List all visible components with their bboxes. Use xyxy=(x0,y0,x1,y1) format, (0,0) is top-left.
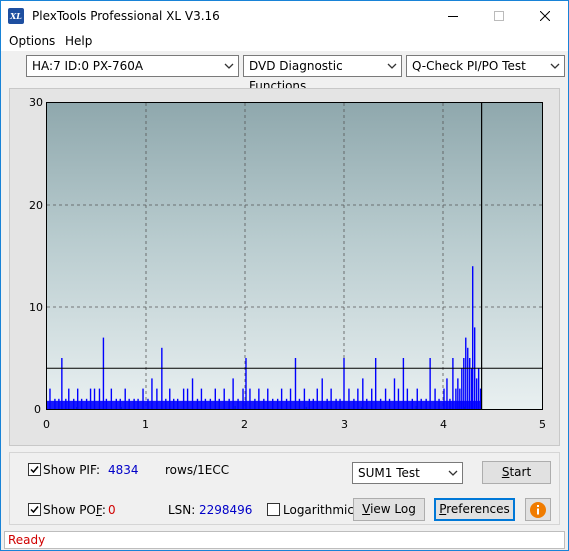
info-icon xyxy=(530,502,546,518)
test-select-value: Q-Check PI/PO Test xyxy=(412,59,526,73)
function-select[interactable]: DVD Diagnostic Functions xyxy=(243,55,402,93)
show-pof-checkbox[interactable] xyxy=(28,503,41,516)
status-bar: Ready xyxy=(4,531,565,549)
y-tick-label: 0 xyxy=(34,403,41,416)
pi-po-plot xyxy=(46,102,543,410)
data-bar xyxy=(161,347,163,409)
show-pif-label: Show PIF: xyxy=(43,463,100,477)
chevron-down-icon xyxy=(387,63,397,69)
show-pif-checkbox[interactable] xyxy=(28,463,41,476)
close-button[interactable] xyxy=(522,1,568,31)
chevron-down-icon xyxy=(448,470,458,476)
view-log-label: iew Log xyxy=(370,502,416,516)
x-tick-label: 3 xyxy=(341,418,348,431)
show-pof-label: Show POF: xyxy=(43,503,106,517)
minimize-icon xyxy=(448,16,458,17)
maximize-button[interactable] xyxy=(476,1,522,31)
y-tick-label: 20 xyxy=(29,199,43,212)
lsn-label: LSN: xyxy=(168,503,196,517)
test-select[interactable]: Q-Check PI/PO Test xyxy=(406,55,565,77)
y-tick-label: 30 xyxy=(29,96,43,109)
chevron-down-icon xyxy=(224,63,234,69)
sum-test-value: SUM1 Test xyxy=(358,466,420,480)
x-tick-label: 2 xyxy=(241,418,248,431)
status-text: Ready xyxy=(8,533,46,547)
x-tick-label: 0 xyxy=(43,418,50,431)
minimize-button[interactable] xyxy=(430,1,476,31)
chart-svg xyxy=(47,103,542,409)
start-label: tart xyxy=(509,465,532,479)
pof-value: 0 xyxy=(108,503,116,517)
view-log-label-accel: V xyxy=(362,502,371,516)
data-bar xyxy=(465,337,467,409)
info-button[interactable] xyxy=(525,498,551,521)
logarithmic-checkbox[interactable] xyxy=(267,503,280,516)
data-bar xyxy=(102,337,105,409)
close-icon xyxy=(540,11,550,21)
data-bar xyxy=(472,266,474,409)
menu-help-label: Help xyxy=(65,34,93,48)
baseline-band xyxy=(47,400,482,409)
show-pof-label-end: : xyxy=(101,503,106,517)
menu-options[interactable]: Options xyxy=(9,34,55,48)
preferences-button[interactable]: Preferences xyxy=(434,498,515,521)
x-tick-label: 1 xyxy=(142,418,149,431)
pif-unit: rows/1ECC xyxy=(165,463,230,477)
menu-bar: Options Help xyxy=(1,31,568,51)
sum-test-select[interactable]: SUM1 Test xyxy=(352,462,463,484)
pif-value: 4834 xyxy=(108,463,139,477)
app-logo-icon: XL xyxy=(8,8,24,24)
y-tick-label: 10 xyxy=(29,301,43,314)
chevron-down-icon xyxy=(550,63,560,69)
toolbar: HA:7 ID:0 PX-760A DVD Diagnostic Functio… xyxy=(1,52,568,93)
view-log-button[interactable]: View Log xyxy=(353,498,425,521)
data-bar xyxy=(467,347,469,409)
drive-select[interactable]: HA:7 ID:0 PX-760A xyxy=(26,55,239,77)
drive-select-value: HA:7 ID:0 PX-760A xyxy=(32,59,144,73)
start-button[interactable]: Start xyxy=(482,461,551,484)
window-title: PlexTools Professional XL V3.16 xyxy=(32,9,220,23)
app-window: XL PlexTools Professional XL V3.16 Optio… xyxy=(0,0,569,551)
menu-options-label: Options xyxy=(9,34,56,48)
x-tick-label: 4 xyxy=(440,418,447,431)
maximize-icon xyxy=(494,11,504,21)
preferences-label: references xyxy=(446,502,510,516)
title-bar[interactable]: XL PlexTools Professional XL V3.16 xyxy=(1,1,568,31)
checkmark-icon xyxy=(30,466,39,474)
checkmark-icon xyxy=(30,506,39,514)
show-pof-label-start: Show PO xyxy=(43,503,96,517)
x-tick-label: 5 xyxy=(539,418,546,431)
logarithmic-label: Logarithmic xyxy=(283,503,354,517)
menu-help[interactable]: Help xyxy=(65,34,92,48)
lsn-value: 2298496 xyxy=(199,503,253,517)
